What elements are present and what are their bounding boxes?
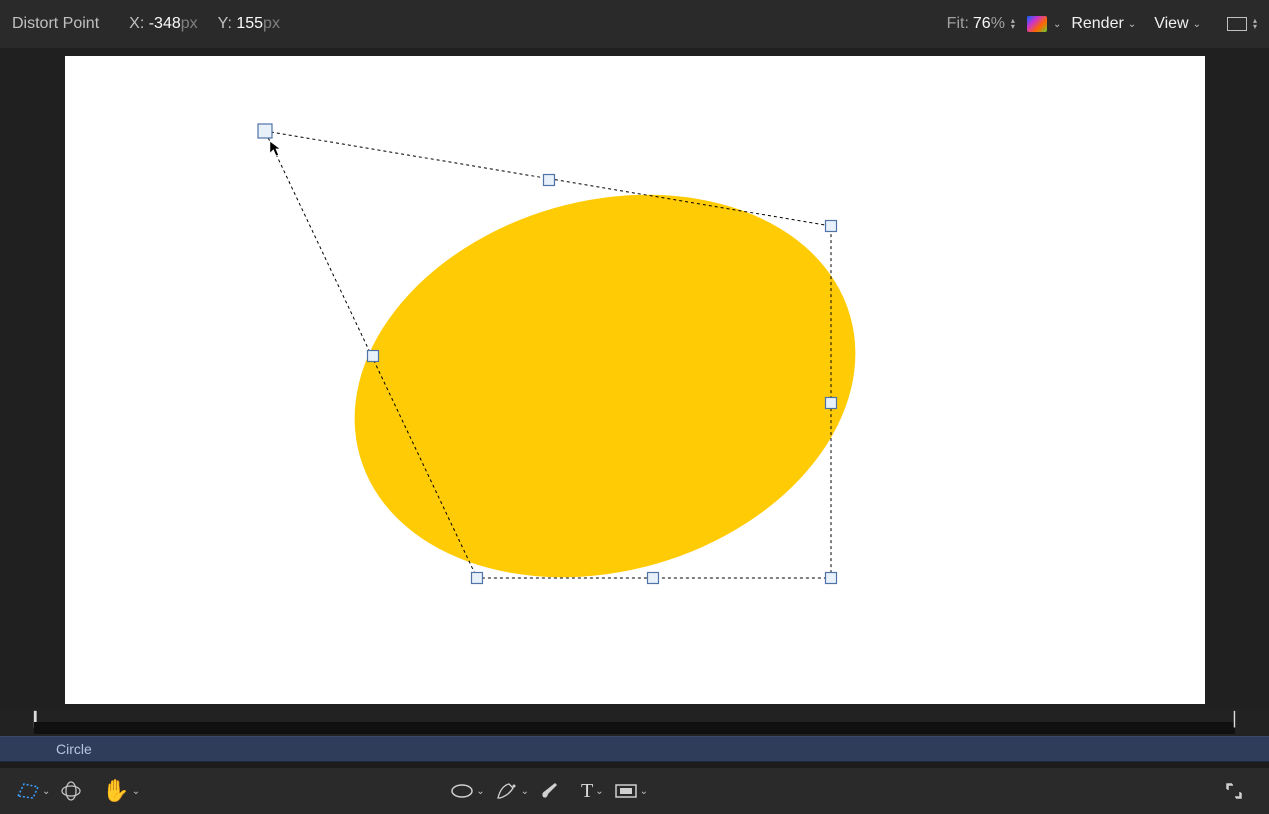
chevron-down-icon: ⌄ [132, 786, 140, 797]
fit-stepper-icon[interactable]: ▴▾ [1011, 18, 1015, 30]
bottom-toolbar: ⌄ ✋ ⌄ ⌄ ⌄ T ⌄ ⌄ [0, 768, 1269, 814]
text-tool-button[interactable]: T ⌄ [581, 780, 604, 803]
out-point-icon[interactable]: ▕ [1224, 711, 1235, 728]
chevron-down-icon: ⌄ [595, 786, 603, 797]
color-channel-swatch[interactable]: ⌄ [1027, 16, 1061, 32]
fit-pct: % [991, 15, 1005, 33]
gradient-swatch-icon [1027, 16, 1047, 32]
chevron-down-icon: ⌄ [1053, 19, 1061, 30]
shape-tool-button[interactable]: ⌄ [450, 783, 484, 799]
distort-handle[interactable] [647, 573, 658, 584]
canvas-svg [65, 56, 1205, 704]
y-label: Y: [218, 15, 232, 33]
chevron-down-icon: ⌄ [1128, 19, 1136, 30]
x-unit: px [181, 15, 198, 33]
chevron-down-icon: ⌄ [476, 786, 484, 797]
view-menu[interactable]: View [1154, 15, 1188, 33]
tool-name-label: Distort Point [12, 15, 99, 33]
distort-handle[interactable] [471, 573, 482, 584]
canvas[interactable] [65, 56, 1205, 704]
aspect-icon[interactable] [1227, 17, 1247, 31]
fit-label: Fit: [947, 15, 969, 33]
track-label: Circle [56, 741, 92, 757]
mini-timeline[interactable]: ▎ ▕ [0, 708, 1269, 736]
distort-handle[interactable] [367, 351, 378, 362]
y-unit: px [263, 15, 280, 33]
distort-handle[interactable] [825, 221, 836, 232]
distort-handle[interactable] [825, 573, 836, 584]
chevron-down-icon: ⌄ [42, 786, 50, 797]
3d-transform-tool-button[interactable] [60, 780, 82, 802]
top-toolbar: Distort Point X: -348 px Y: 155 px Fit: … [0, 0, 1269, 48]
canvas-viewport [0, 48, 1269, 708]
x-label: X: [129, 15, 144, 33]
mask-tool-button[interactable]: ⌄ [614, 783, 648, 799]
aspect-stepper-icon[interactable]: ▴▾ [1253, 18, 1257, 30]
distort-handle[interactable] [825, 398, 836, 409]
distort-tool-button[interactable]: ⌄ [16, 782, 50, 800]
render-menu[interactable]: Render [1071, 15, 1123, 33]
text-icon: T [581, 780, 593, 803]
timeline-range[interactable] [34, 722, 1235, 734]
pen-tool-button[interactable]: ⌄ [495, 781, 529, 801]
y-value[interactable]: 155 [236, 15, 263, 33]
hand-tool-button[interactable]: ✋ ⌄ [102, 778, 140, 804]
distort-handle[interactable] [543, 175, 554, 186]
chevron-down-icon: ⌄ [640, 786, 648, 797]
resize-handle-icon[interactable] [1225, 782, 1243, 800]
fit-value: 76 [973, 15, 991, 33]
chevron-down-icon: ⌄ [521, 786, 529, 797]
timeline-track[interactable]: Circle [0, 736, 1269, 762]
brush-tool-button[interactable] [539, 781, 561, 801]
fit-control[interactable]: Fit: 76 % ▴▾ [947, 15, 1015, 33]
canvas-shape[interactable] [308, 138, 900, 634]
x-value[interactable]: -348 [149, 15, 181, 33]
hand-icon: ✋ [102, 778, 129, 804]
chevron-down-icon: ⌄ [1193, 19, 1201, 30]
distort-handle[interactable] [258, 124, 272, 138]
mouse-cursor-icon [269, 140, 283, 158]
